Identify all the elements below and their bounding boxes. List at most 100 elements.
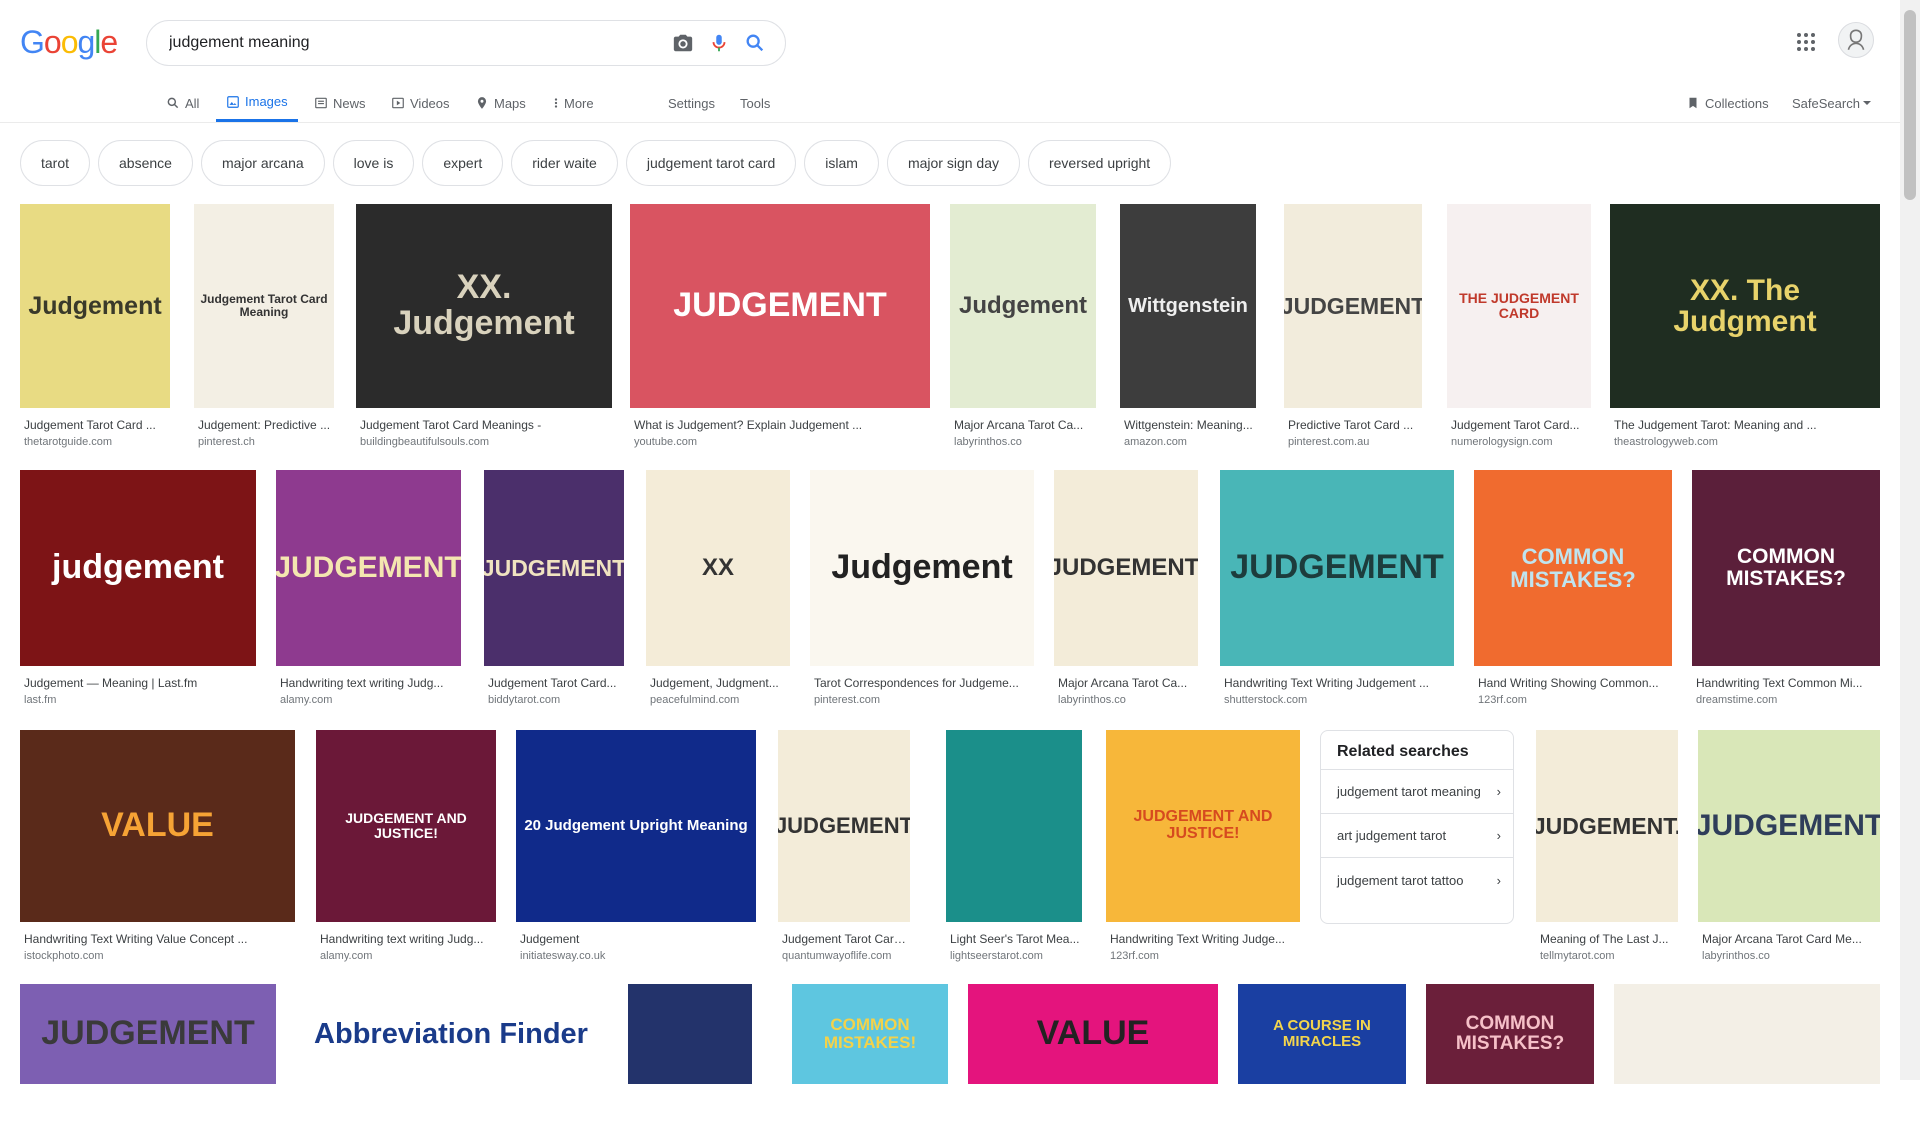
image-title[interactable]: Judgement [520, 932, 756, 946]
image-result-card[interactable]: JUDGEMENT AND JUSTICE! Handwriting Text W… [1106, 730, 1300, 970]
image-title[interactable]: Handwriting Text Common Mi... [1696, 676, 1880, 690]
image-thumbnail[interactable]: VALUE [20, 730, 295, 922]
image-thumbnail[interactable]: XX [646, 470, 790, 666]
search-icon[interactable] [737, 25, 773, 61]
image-title[interactable]: Judgement Tarot Card... [488, 676, 624, 690]
image-title[interactable]: Major Arcana Tarot Ca... [1058, 676, 1198, 690]
chip-major-arcana[interactable]: major arcana [200, 140, 325, 186]
tab-videos[interactable]: Videos [391, 84, 450, 122]
image-result-card[interactable]: JUDGEMENT Handwriting text writing Judg..… [276, 470, 461, 714]
image-result-card[interactable]: JUDGEMENT Major Arcana Tarot Card Me... la… [1698, 730, 1880, 970]
image-title[interactable]: Hand Writing Showing Common... [1478, 676, 1672, 690]
image-thumbnail[interactable]: JUDGEMENT AND JUSTICE! [316, 730, 496, 922]
tab-all[interactable]: All [166, 84, 199, 122]
chip-judgement-tarot-card[interactable]: judgement tarot card [625, 140, 797, 186]
image-title[interactable]: The Judgement Tarot: Meaning and ... [1614, 418, 1880, 432]
image-thumbnail[interactable]: JUDGEMENT. [1054, 470, 1198, 666]
image-thumbnail[interactable] [628, 984, 752, 1084]
image-title[interactable]: Meaning of The Last J... [1540, 932, 1678, 946]
image-thumbnail[interactable]: Judgement [810, 470, 1034, 666]
image-title[interactable]: Handwriting Text Writing Judge... [1110, 932, 1300, 946]
image-result-card[interactable]: 20 Judgement Upright Meaning Judgement ini… [516, 730, 756, 970]
safesearch-menu[interactable]: SafeSearch [1792, 84, 1877, 122]
image-result-card[interactable]: JUDGEMENT AND JUSTICE! Handwriting text w… [316, 730, 496, 970]
image-result-card[interactable]: judgement Judgement — Meaning | Last.fm la… [20, 470, 256, 714]
image-result-card[interactable]: XX. Judgement Judgement Tarot Card Meanin… [356, 204, 612, 456]
chip-love-is[interactable]: love is [332, 140, 415, 186]
tab-images[interactable]: Images [216, 84, 298, 122]
image-result-card[interactable]: VALUE Handwriting Text Writing Value Conc… [20, 730, 295, 970]
image-thumbnail[interactable]: COMMON MISTAKES? [1474, 470, 1672, 666]
image-title[interactable]: Judgement: Predictive ... [198, 418, 334, 432]
image-thumbnail[interactable] [946, 730, 1082, 922]
related-search-item[interactable]: art judgement tarot › [1321, 814, 1513, 858]
related-search-item[interactable]: judgement tarot meaning › [1321, 770, 1513, 814]
image-result-card[interactable]: VALUE [968, 984, 1218, 1132]
tab-news[interactable]: News [314, 84, 366, 122]
image-thumbnail[interactable]: XX. The Judgment [1610, 204, 1880, 408]
image-result-card[interactable]: Abbreviation Finder [296, 984, 606, 1132]
image-result-card[interactable]: THE JUDGEMENT CARD Judgement Tarot Card..… [1447, 204, 1591, 456]
image-result-card[interactable]: COMMON MISTAKES? Hand Writing Showing Com… [1474, 470, 1672, 714]
image-title[interactable]: Light Seer's Tarot Mea... [950, 932, 1082, 946]
image-thumbnail[interactable]: Wittgenstein [1120, 204, 1256, 408]
image-thumbnail[interactable]: VALUE [968, 984, 1218, 1084]
image-result-card[interactable]: Light Seer's Tarot Mea... lightseerstarot… [946, 730, 1082, 970]
image-thumbnail[interactable]: Judgement [950, 204, 1096, 408]
image-thumbnail[interactable]: 20 Judgement Upright Meaning [516, 730, 756, 922]
image-result-card[interactable]: COMMON MISTAKES! [792, 984, 948, 1132]
scrollbar-thumb[interactable] [1904, 10, 1916, 200]
image-title[interactable]: Handwriting Text Writing Value Concept .… [24, 932, 295, 946]
image-thumbnail[interactable]: JUDGEMENT [276, 470, 461, 666]
image-result-card[interactable]: Judgement Major Arcana Tarot Ca... labyrin… [950, 204, 1096, 456]
tab-more[interactable]: More [553, 84, 594, 122]
chip-islam[interactable]: islam [804, 140, 879, 186]
image-thumbnail[interactable]: judgement [20, 470, 256, 666]
image-result-card[interactable]: JUDGEMENT Handwriting Text Writing Judgem… [1220, 470, 1454, 714]
image-thumbnail[interactable]: JUDGEMENT [630, 204, 930, 408]
chip-tarot[interactable]: tarot [20, 140, 91, 186]
image-result-card[interactable] [628, 984, 752, 1132]
collections-link[interactable]: Collections [1686, 84, 1769, 122]
avatar[interactable] [1838, 22, 1874, 58]
image-result-card[interactable]: COMMON MISTAKES? Handwriting Text Common … [1692, 470, 1880, 714]
image-thumbnail[interactable]: JUDGEMENT [484, 470, 624, 666]
apps-grid-icon[interactable] [1794, 30, 1818, 54]
image-result-card[interactable]: XX Judgement, Judgment... peacefulmind.com [646, 470, 790, 714]
chip-major-sign-day[interactable]: major sign day [886, 140, 1020, 186]
image-thumbnail[interactable]: JUDGEMENT [778, 730, 910, 922]
image-thumbnail[interactable]: JUDGEMENT AND JUSTICE! [1106, 730, 1300, 922]
image-result-card[interactable]: Wittgenstein Wittgenstein: Meaning... amaz… [1120, 204, 1256, 456]
image-result-card[interactable]: JUDGEMENT Judgement Tarot Card... biddytar… [484, 470, 624, 714]
image-thumbnail[interactable]: Judgement [20, 204, 170, 408]
image-result-card[interactable]: JUDGEMENT What is Judgement? Explain Judg… [630, 204, 930, 456]
image-title[interactable]: Handwriting text writing Judg... [320, 932, 496, 946]
image-result-card[interactable]: A COURSE IN MIRACLES [1238, 984, 1406, 1132]
image-result-card[interactable]: JUDGEMENT Judgement Tarot Card... quantumw… [778, 730, 910, 970]
camera-icon[interactable] [665, 25, 701, 61]
image-result-card[interactable]: JUDGEMENT. Meaning of The Last J... tellmy… [1536, 730, 1678, 970]
image-title[interactable]: Predictive Tarot Card ... [1288, 418, 1422, 432]
image-title[interactable]: Handwriting text writing Judg... [280, 676, 461, 690]
chip-expert[interactable]: expert [422, 140, 504, 186]
image-thumbnail[interactable]: A COURSE IN MIRACLES [1238, 984, 1406, 1084]
image-thumbnail[interactable]: Judgement Tarot Card Meaning [194, 204, 334, 408]
chip-reversed-upright[interactable]: reversed upright [1027, 140, 1172, 186]
image-thumbnail[interactable]: COMMON MISTAKES? [1426, 984, 1594, 1084]
image-thumbnail[interactable]: JUDGEMENT [1284, 204, 1422, 408]
chip-absence[interactable]: absence [98, 140, 193, 186]
image-result-card[interactable]: XX. The Judgment The Judgement Tarot: Mea… [1610, 204, 1880, 456]
image-thumbnail[interactable] [1614, 984, 1880, 1084]
google-logo[interactable]: Google [20, 24, 118, 61]
image-title[interactable]: Judgement Tarot Card... [1451, 418, 1591, 432]
microphone-icon[interactable] [701, 25, 737, 61]
image-title[interactable]: Handwriting Text Writing Judgement ... [1224, 676, 1454, 690]
image-thumbnail[interactable]: JUDGEMENT [1220, 470, 1454, 666]
image-title[interactable]: Major Arcana Tarot Card Me... [1702, 932, 1880, 946]
image-thumbnail[interactable]: JUDGEMENT [1698, 730, 1880, 922]
tab-maps[interactable]: Maps [475, 84, 526, 122]
image-title[interactable]: Judgement — Meaning | Last.fm [24, 676, 256, 690]
search-input[interactable] [167, 33, 665, 53]
image-result-card[interactable]: JUDGEMENT Predictive Tarot Card ... pinter… [1284, 204, 1422, 456]
image-title[interactable]: Wittgenstein: Meaning... [1124, 418, 1256, 432]
